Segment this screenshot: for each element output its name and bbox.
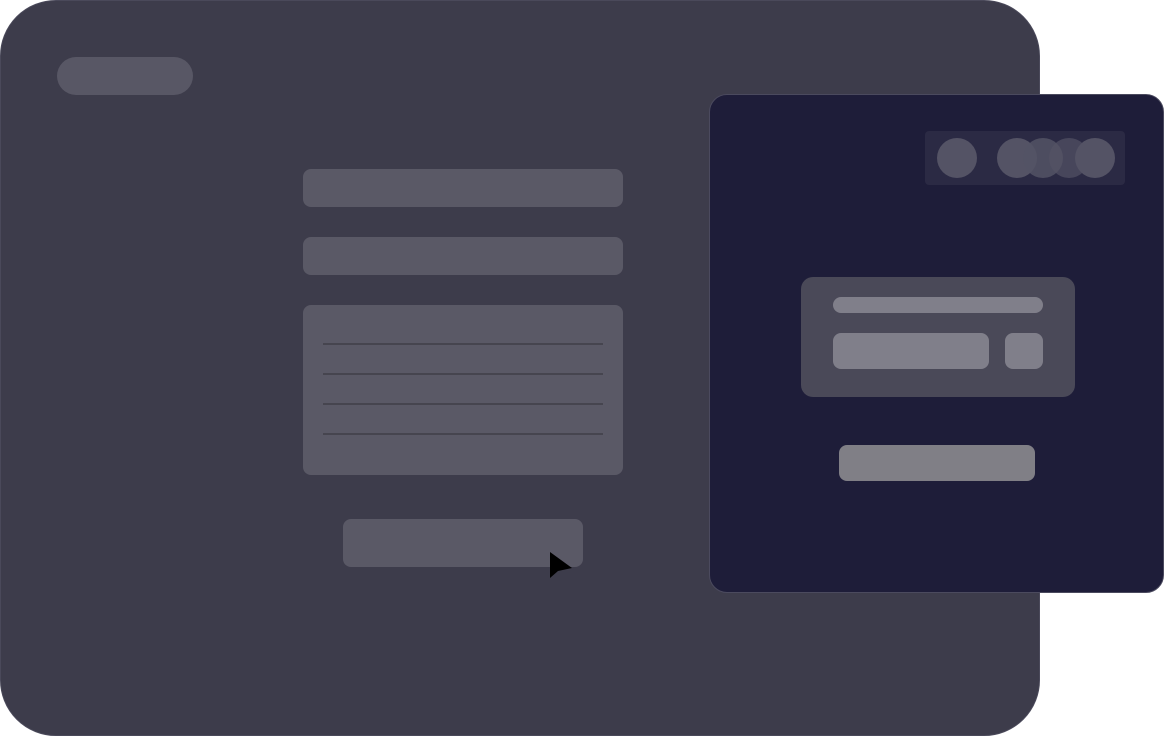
screen <box>0 0 1164 736</box>
text-input-1[interactable] <box>303 169 623 207</box>
textarea-line <box>323 433 603 435</box>
textarea-line <box>323 373 603 375</box>
textarea-line <box>323 343 603 345</box>
overlay-card <box>801 277 1075 397</box>
card-title-placeholder <box>833 297 1043 313</box>
submit-button[interactable] <box>343 519 583 567</box>
avatar-icon[interactable] <box>1075 138 1115 178</box>
avatar-icon[interactable] <box>937 138 977 178</box>
card-action-button[interactable] <box>1005 333 1043 369</box>
message-textarea[interactable] <box>303 305 623 475</box>
overlay-confirm-button[interactable] <box>839 445 1035 481</box>
avatar-group[interactable] <box>925 131 1125 185</box>
logo-placeholder <box>57 57 193 95</box>
text-input-2[interactable] <box>303 237 623 275</box>
overlay-panel <box>709 94 1164 593</box>
textarea-line <box>323 403 603 405</box>
card-input[interactable] <box>833 333 989 369</box>
